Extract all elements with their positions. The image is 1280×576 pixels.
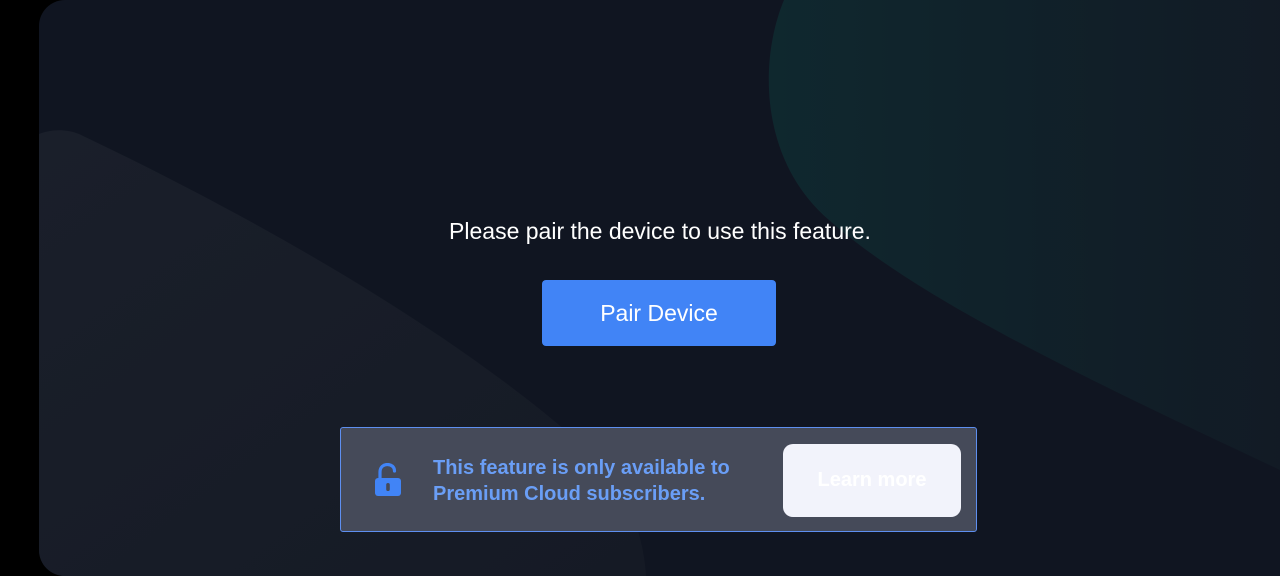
pair-message: Please pair the device to use this featu… <box>449 218 871 244</box>
learn-more-button[interactable]: Learn more <box>783 444 961 517</box>
unlocked-padlock-icon <box>375 463 401 496</box>
premium-message-line2: Premium Cloud subscribers. <box>433 483 706 505</box>
premium-message: This feature is only available to Premiu… <box>433 455 763 507</box>
screen: Please pair the device to use this featu… <box>0 0 1280 576</box>
premium-banner: This feature is only available to Premiu… <box>340 427 977 532</box>
pair-device-button[interactable]: Pair Device <box>542 280 776 346</box>
premium-message-line1: This feature is only available to <box>433 457 730 479</box>
